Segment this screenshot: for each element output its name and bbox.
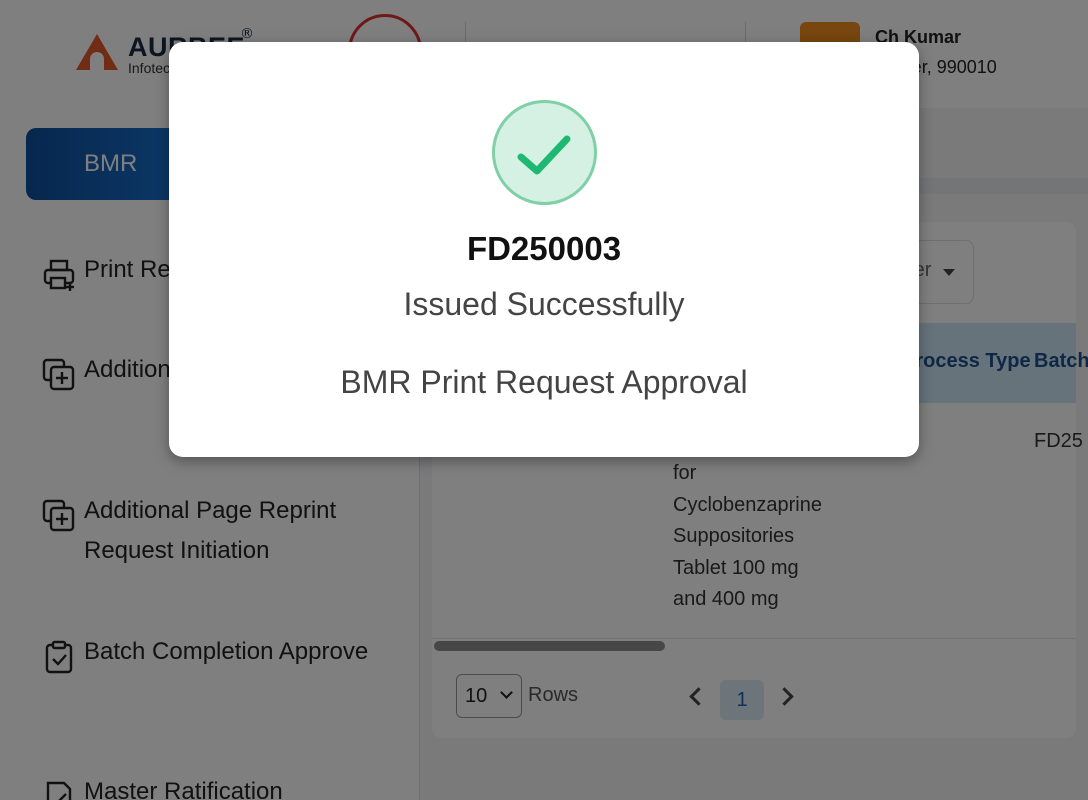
dialog-subtitle: BMR Print Request Approval (340, 364, 748, 400)
success-badge (492, 100, 597, 205)
success-dialog: FD250003 Issued Successfully BMR Print R… (169, 42, 919, 457)
success-message: Issued Successfully (403, 286, 685, 322)
batch-code: FD250003 (466, 230, 622, 267)
checkmark-icon (517, 135, 571, 175)
